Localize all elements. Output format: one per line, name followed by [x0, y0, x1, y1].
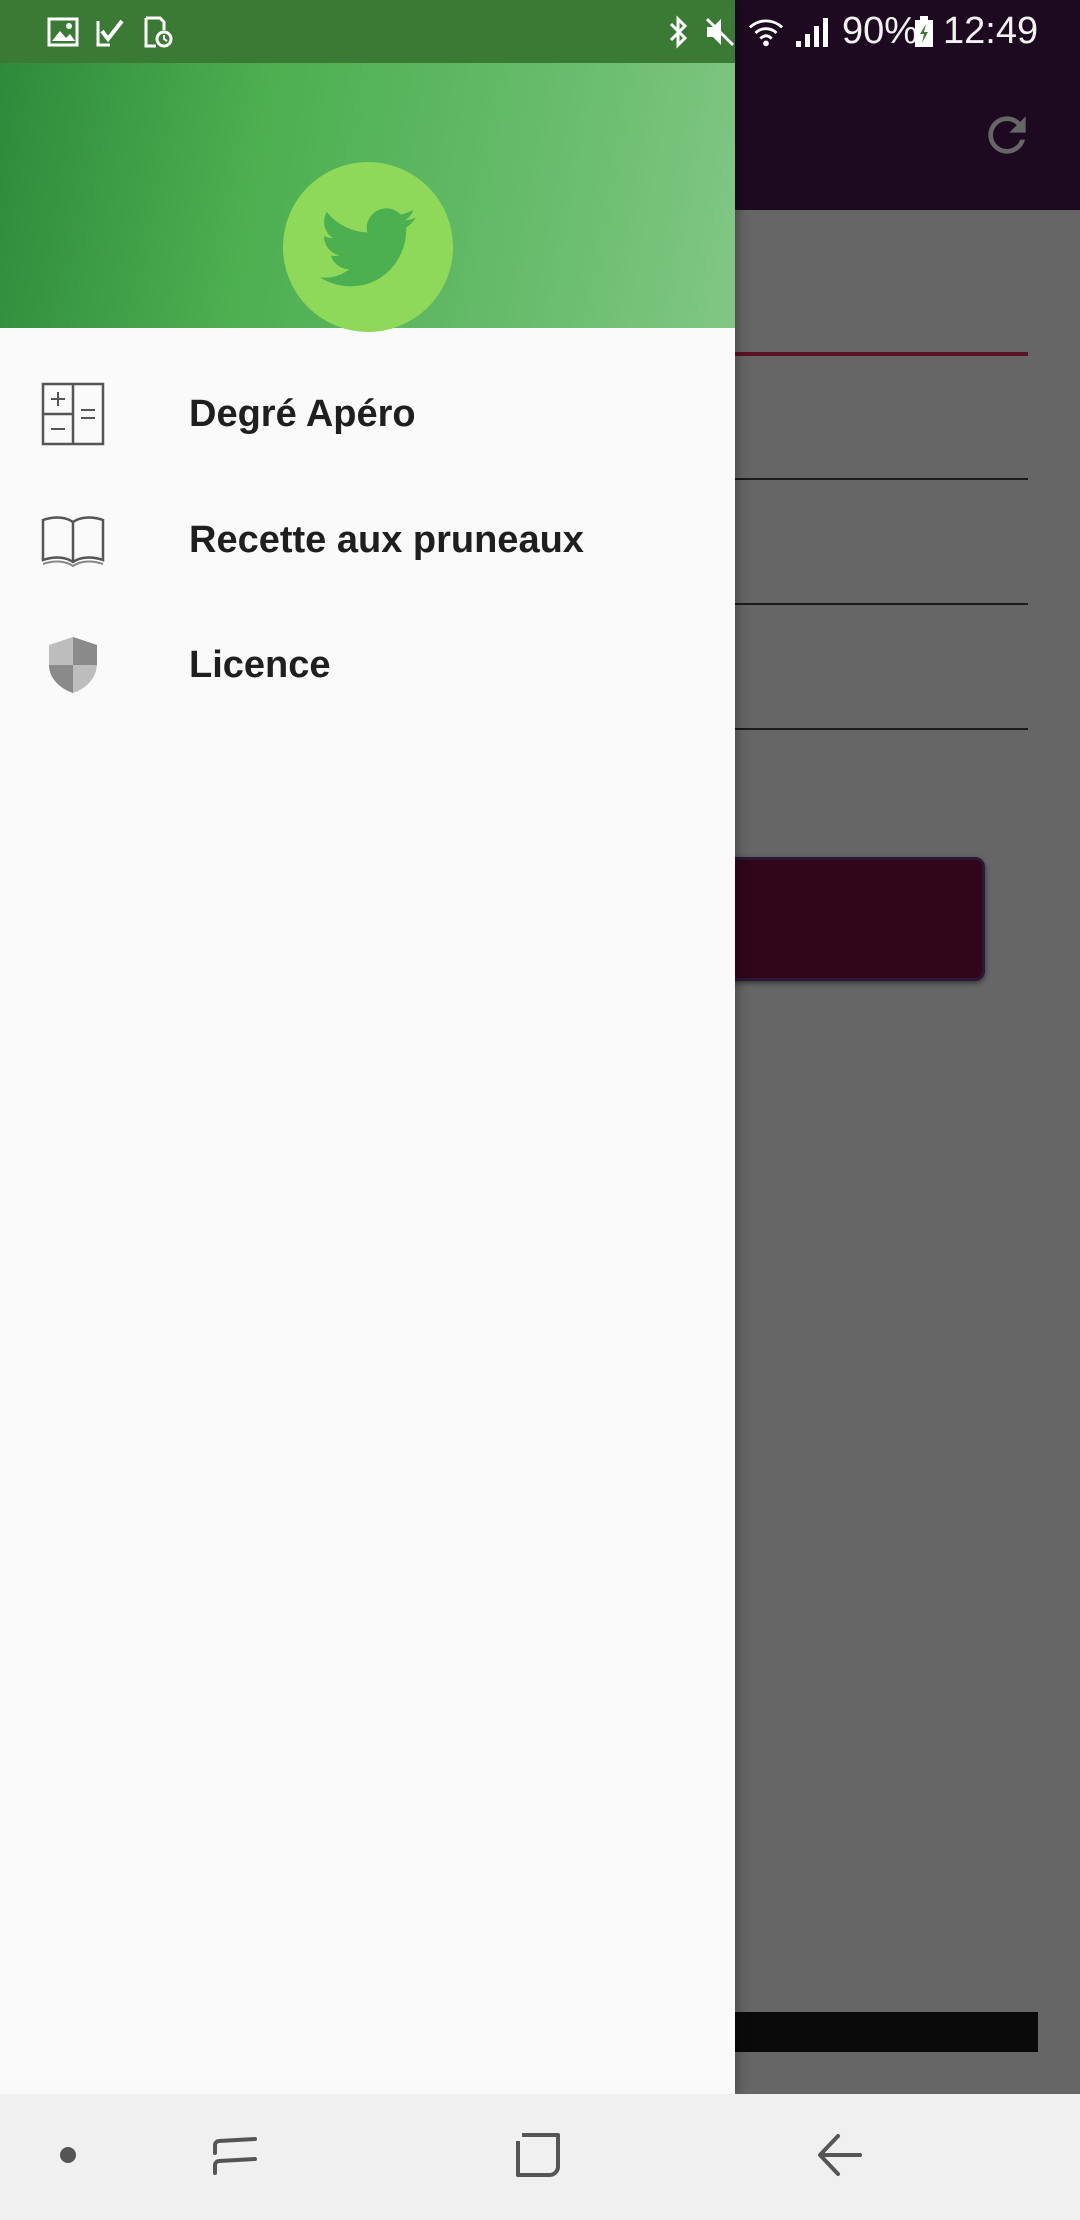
- dot-icon: [59, 2146, 77, 2169]
- task-done-icon: [92, 14, 128, 50]
- clock: 12:49: [943, 10, 1039, 52]
- drawer-item-label: Degré Apéro: [189, 392, 416, 435]
- drawer-item-label: Recette aux pruneaux: [189, 518, 584, 561]
- drawer-item-label: Licence: [189, 643, 331, 686]
- home-icon: [514, 2131, 562, 2184]
- navigation-bar: [0, 2094, 1080, 2220]
- gallery-icon: [45, 14, 81, 50]
- back-button[interactable]: [805, 2122, 875, 2192]
- drawer-item-recette[interactable]: Recette aux pruneaux: [0, 477, 735, 603]
- drawer-header: [0, 63, 735, 332]
- nav-dot-button[interactable]: [33, 2122, 103, 2192]
- recent-apps-button[interactable]: [200, 2122, 270, 2192]
- twitter-bird-icon: [308, 190, 428, 305]
- navigation-drawer: Degré Apéro Recette aux pruneaux Licence: [0, 0, 735, 2094]
- back-icon: [816, 2132, 864, 2183]
- screen-record-icon: [140, 14, 176, 50]
- signal-icon: [794, 14, 830, 50]
- drawer-item-licence[interactable]: Licence: [0, 602, 735, 728]
- home-button[interactable]: [503, 2122, 573, 2192]
- bluetooth-icon: [661, 14, 697, 50]
- drawer-avatar[interactable]: [283, 162, 453, 332]
- calculator-icon: [40, 381, 106, 447]
- shield-icon: [40, 632, 106, 698]
- battery-charging-icon: [906, 14, 942, 50]
- wifi-icon: [748, 14, 784, 50]
- mute-icon: [702, 14, 738, 50]
- recent-apps-icon: [211, 2133, 259, 2182]
- open-book-icon: [40, 507, 106, 573]
- drawer-item-degre-apero[interactable]: Degré Apéro: [0, 351, 735, 477]
- status-bar: 90% 12:49: [0, 0, 1080, 63]
